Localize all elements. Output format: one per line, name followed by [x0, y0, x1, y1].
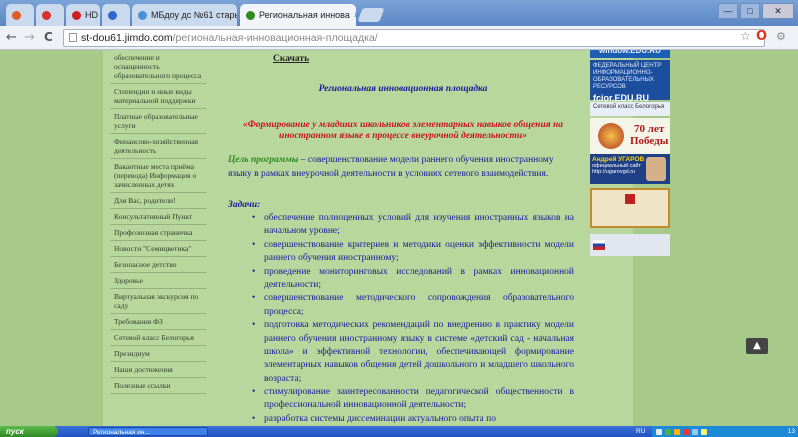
bookmark-star-icon[interactable]: ☆	[740, 29, 751, 43]
tray-icon[interactable]	[674, 428, 680, 435]
tab-label: HD	[85, 10, 98, 20]
network-class-banner[interactable]: Сетевой класс Белогорья	[590, 102, 670, 116]
url-bar[interactable]: st-dou61.jimdo.com/региональная-инноваци…	[63, 29, 765, 47]
site-sidebar-menu: обеспечение и оснащенность образовательн…	[110, 50, 206, 394]
address-toolbar: ← → C st-dou61.jimdo.com/региональная-ин…	[0, 26, 798, 50]
page-icon	[69, 33, 77, 42]
sidebar-item[interactable]: обеспечение и оснащенность образовательн…	[110, 50, 206, 84]
os-taskbar: пуск Региональная ин... RU 13	[0, 426, 798, 437]
task-item: обеспечение полноценных условий для изуч…	[252, 212, 574, 239]
window-edu-banner[interactable]: window.EDU.RU	[590, 50, 670, 58]
sidebar-item[interactable]: Профсоюзная страничка	[110, 225, 206, 241]
tab-favicon-icon	[108, 10, 117, 20]
tray-icon[interactable]	[692, 428, 698, 435]
task-item: подготовка методических рекомендаций по …	[252, 319, 574, 386]
tray-icon[interactable]	[665, 428, 671, 435]
url-path: /региональная-инновационная-площадка/	[172, 32, 378, 44]
victory-text: 70 лет Победы	[630, 123, 669, 147]
sidebar-item[interactable]: Виртуальная экскурсия по саду	[110, 289, 206, 314]
sidebar-item[interactable]: Здоровье	[110, 273, 206, 289]
goal-label: Цель программы	[228, 155, 299, 165]
browser-tab[interactable]: МБдоу дс №61 старый×	[132, 4, 237, 26]
sidebar-item[interactable]: Для Вас, родители!	[110, 193, 206, 209]
start-button[interactable]: пуск	[0, 426, 58, 437]
sidebar-item[interactable]: Полезные ссылки	[110, 378, 206, 394]
task-item: совершенствование критериев и методики о…	[252, 239, 574, 266]
program-theme-title: «Формирование у младших школьников элеме…	[242, 120, 564, 141]
fcior-banner[interactable]: ФЕДЕРАЛЬНЫЙ ЦЕНТР ИНФОРМАЦИОННО-ОБРАЗОВА…	[590, 60, 670, 103]
tray-icon[interactable]	[683, 428, 689, 435]
sidebar-item[interactable]: Вакантные места приёма (перевода) Информ…	[110, 159, 206, 193]
taskbar-browser-item[interactable]: Региональная ин...	[88, 427, 208, 436]
task-item: совершенствование методического сопровож…	[252, 292, 574, 319]
sidebar-item[interactable]: Сетевой класс Белогорья	[110, 330, 206, 346]
tab-label: МБдоу дс №61 старый	[151, 10, 237, 20]
tab-favicon-icon	[42, 10, 51, 20]
flag-icon	[593, 240, 605, 250]
program-goal: Цель программы – совершенствование модел…	[228, 154, 573, 182]
sidebar-item[interactable]: Президиум	[110, 346, 206, 362]
web-page: обеспечение и оснащенность образовательн…	[0, 50, 798, 426]
opera-extension-icon[interactable]: O	[756, 29, 767, 44]
forward-arrow-icon[interactable]: →	[24, 30, 35, 45]
new-tab-button[interactable]	[357, 8, 385, 22]
maximize-button[interactable]: □	[740, 3, 760, 19]
tab-favicon-icon	[138, 10, 147, 20]
browser-tab[interactable]	[102, 4, 130, 26]
governor-photo	[646, 157, 666, 181]
emblem-icon	[625, 194, 635, 204]
system-tray: 13	[652, 426, 798, 437]
sidebar-item[interactable]: Финансово-хозяйственная деятельность	[110, 134, 206, 159]
close-window-button[interactable]: ✕	[762, 3, 794, 19]
sidebar-item[interactable]: Консультативный Пункт	[110, 209, 206, 225]
tab-favicon-icon	[72, 10, 81, 20]
extension-icon[interactable]: ⚙	[776, 30, 786, 43]
fcior-subtitle: ФЕДЕРАЛЬНЫЙ ЦЕНТР ИНФОРМАЦИОННО-ОБРАЗОВА…	[593, 63, 662, 90]
sidebar-item[interactable]: Стипендии и иные виды материальной подде…	[110, 84, 206, 109]
tray-icon[interactable]	[656, 428, 662, 435]
browser-title-bar: HD МБдоу дс №61 старый× Региональная инн…	[0, 0, 798, 26]
certificate-banner[interactable]	[590, 188, 670, 228]
clock: 13	[787, 428, 795, 435]
minimize-button[interactable]: —	[718, 3, 738, 19]
reload-icon[interactable]: C	[44, 30, 53, 44]
tasks-heading: Задачи:	[228, 200, 261, 210]
victory-medal-icon	[598, 123, 624, 149]
browser-tab[interactable]	[36, 4, 64, 26]
sidebar-item[interactable]: Платные образовательные услуги	[110, 109, 206, 134]
task-item: разработка системы диссеминации актуальн…	[252, 413, 574, 426]
tab-favicon-icon	[12, 10, 21, 20]
language-indicator[interactable]: RU	[636, 426, 645, 437]
browser-tab[interactable]	[6, 4, 34, 26]
scroll-top-button[interactable]: ▲	[746, 338, 768, 354]
victory-70-banner[interactable]: 70 лет Победы	[590, 118, 670, 154]
tab-close-icon[interactable]: ×	[350, 10, 356, 20]
tray-icon[interactable]	[701, 428, 707, 435]
platform-title: Региональная инновационная площадка	[318, 84, 488, 94]
sidebar-item[interactable]: Безопасное детство	[110, 257, 206, 273]
browser-tab[interactable]: HD	[66, 4, 100, 26]
window-controls: — □ ✕	[718, 3, 794, 19]
government-banner[interactable]	[590, 234, 670, 256]
task-item: проведение мониторинговых исследований в…	[252, 266, 574, 293]
tab-label: Региональная иннова	[259, 10, 350, 20]
sidebar-item[interactable]: Наши достижения	[110, 362, 206, 378]
governor-name: Андрей УГАРОВ	[592, 156, 645, 163]
download-link[interactable]: Скачать	[273, 54, 309, 64]
sidebar-item[interactable]: Требования ФЗ	[110, 314, 206, 330]
url-host: st-dou61.jimdo.com	[81, 32, 173, 44]
browser-tab-active[interactable]: Региональная иннова×	[240, 4, 356, 26]
governor-url: http://ugarovgd.ru	[592, 169, 636, 175]
tab-favicon-icon	[246, 10, 255, 20]
task-item: стимулирование заинтересованности педаго…	[252, 386, 574, 413]
tasks-list: обеспечение полноценных условий для изуч…	[252, 212, 574, 426]
governor-site-banner[interactable]: Андрей УГАРОВ официальный сайт http://ugar…	[590, 154, 670, 184]
back-arrow-icon[interactable]: ←	[6, 30, 17, 45]
sidebar-item[interactable]: Новости "Семицветика"	[110, 241, 206, 257]
